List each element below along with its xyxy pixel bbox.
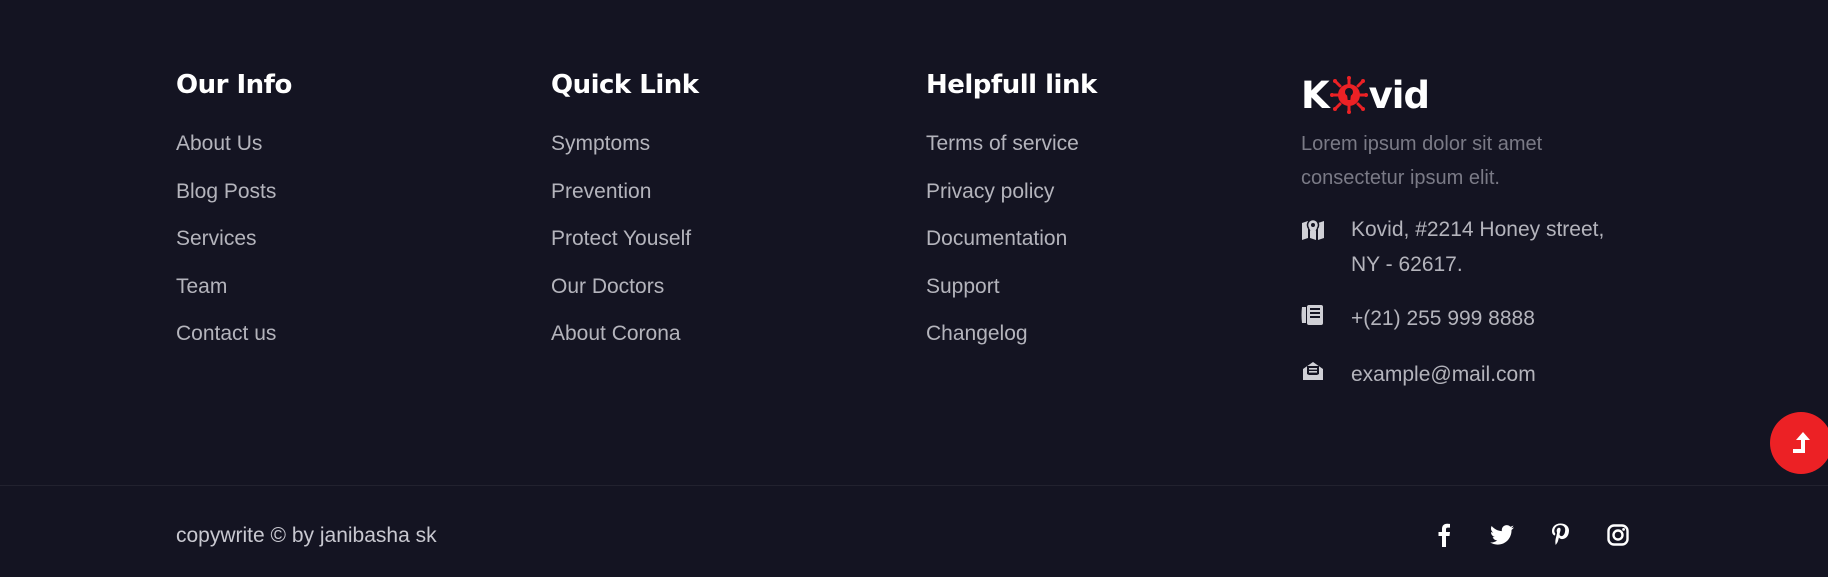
footer-column-brand: K vid Lorem ipsum dolor sit amet consect… bbox=[1301, 70, 1681, 392]
link-list: Symptoms Prevention Protect Youself Our … bbox=[551, 130, 699, 348]
footer-link-about-us[interactable]: About Us bbox=[176, 130, 292, 158]
social-links bbox=[1432, 522, 1664, 548]
footer-link-symptoms[interactable]: Symptoms bbox=[551, 130, 699, 158]
arrow-up-icon bbox=[1793, 432, 1810, 453]
link-list: About Us Blog Posts Services Team Contac… bbox=[176, 130, 292, 348]
footer-column-our-info: Our Info About Us Blog Posts Services Te… bbox=[176, 68, 292, 368]
footer-link-support[interactable]: Support bbox=[926, 273, 1097, 301]
contact-address: Kovid, #2214 Honey street, NY - 62617. bbox=[1301, 212, 1681, 282]
logo-text-left: K bbox=[1301, 73, 1330, 117]
facebook-icon[interactable] bbox=[1432, 522, 1456, 548]
column-title: Helpfull link bbox=[926, 70, 1097, 100]
footer-link-team[interactable]: Team bbox=[176, 273, 292, 301]
pinterest-icon[interactable] bbox=[1548, 522, 1572, 548]
email-address[interactable]: example@mail.com bbox=[1351, 357, 1536, 392]
footer-link-protect-youself[interactable]: Protect Youself bbox=[551, 225, 699, 253]
footer-link-privacy[interactable]: Privacy policy bbox=[926, 178, 1097, 206]
envelope-icon bbox=[1301, 357, 1351, 385]
phone-number[interactable]: +(21) 255 999 8888 bbox=[1351, 301, 1535, 336]
link-list: Terms of service Privacy policy Document… bbox=[926, 130, 1097, 348]
back-to-top-button[interactable] bbox=[1770, 412, 1828, 474]
address-line: NY - 62617. bbox=[1351, 253, 1463, 276]
footer-link-terms[interactable]: Terms of service bbox=[926, 130, 1097, 158]
footer-column-quick-link: Quick Link Symptoms Prevention Protect Y… bbox=[551, 68, 699, 368]
brand-description: Lorem ipsum dolor sit amet consectetur i… bbox=[1301, 127, 1681, 195]
footer-divider bbox=[0, 485, 1828, 486]
twitter-icon[interactable] bbox=[1490, 522, 1514, 548]
footer-link-our-doctors[interactable]: Our Doctors bbox=[551, 273, 699, 301]
column-title: Quick Link bbox=[551, 70, 699, 100]
footer-column-helpful-link: Helpfull link Terms of service Privacy p… bbox=[926, 68, 1097, 368]
contact-email: example@mail.com bbox=[1301, 357, 1681, 392]
footer-link-services[interactable]: Services bbox=[176, 225, 292, 253]
footer-top: Our Info About Us Blog Posts Services Te… bbox=[0, 0, 1828, 485]
footer-link-contact-us[interactable]: Contact us bbox=[176, 320, 292, 348]
copyright-text: copywrite © by janibasha sk bbox=[176, 524, 437, 547]
description-line: consectetur ipsum elit. bbox=[1301, 167, 1500, 189]
address-line: Kovid, #2214 Honey street, bbox=[1351, 218, 1605, 241]
phone-icon bbox=[1301, 301, 1351, 329]
contact-phone: +(21) 255 999 8888 bbox=[1301, 301, 1681, 336]
logo-text-right: vid bbox=[1368, 73, 1430, 117]
footer-link-documentation[interactable]: Documentation bbox=[926, 225, 1097, 253]
footer-link-blog-posts[interactable]: Blog Posts bbox=[176, 178, 292, 206]
footer-link-prevention[interactable]: Prevention bbox=[551, 178, 699, 206]
column-title: Our Info bbox=[176, 70, 292, 100]
instagram-icon[interactable] bbox=[1606, 522, 1630, 548]
brand-logo[interactable]: K vid bbox=[1301, 72, 1681, 118]
map-icon bbox=[1301, 215, 1351, 243]
description-line: Lorem ipsum dolor sit amet bbox=[1301, 133, 1543, 155]
footer-link-about-corona[interactable]: About Corona bbox=[551, 320, 699, 348]
virus-logo-icon bbox=[1329, 76, 1368, 114]
footer-link-changelog[interactable]: Changelog bbox=[926, 320, 1097, 348]
